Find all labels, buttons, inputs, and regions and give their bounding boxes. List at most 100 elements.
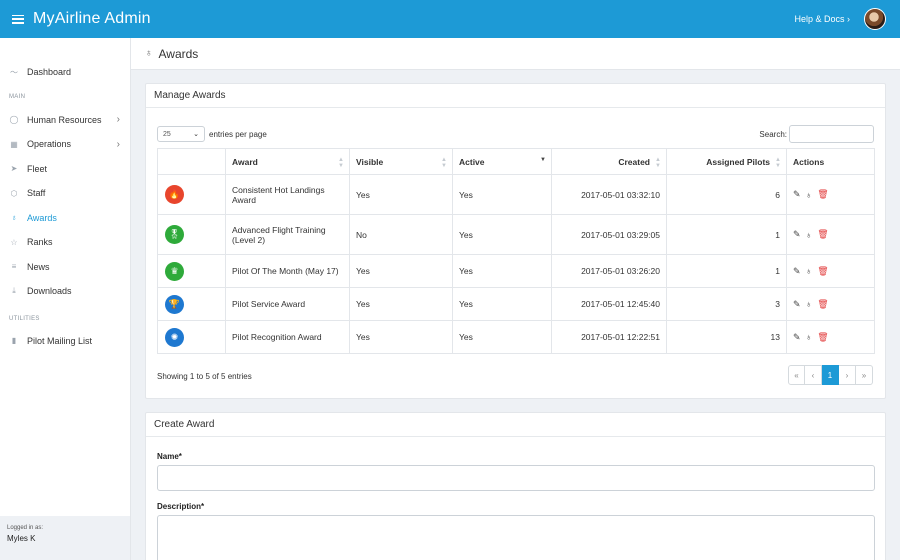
col-award[interactable]: Award ▲ ▼: [225, 148, 350, 175]
edit-icon[interactable]: ✎: [793, 189, 801, 200]
page-size-select[interactable]: 25 ⌄: [157, 126, 205, 142]
sidebar-item-fleet[interactable]: ➤ Fleet: [0, 157, 130, 182]
cell-award-name: Pilot Service Award: [225, 287, 350, 321]
sidebar-item-label: Operations: [27, 139, 72, 150]
col-image: [157, 148, 226, 175]
cell-award-name: Pilot Of The Month (May 17): [225, 254, 350, 288]
cell-actions: ✎ ♁ 🗑: [786, 320, 875, 354]
list-icon: ≡: [11, 262, 17, 272]
award-ribbon-icon[interactable]: ♁: [806, 230, 813, 240]
col-visible[interactable]: Visible ▲ ▼: [349, 148, 453, 175]
search-label: Search:: [759, 129, 787, 139]
description-field[interactable]: [157, 515, 875, 560]
app-title[interactable]: MyAirline Admin: [33, 10, 151, 28]
award-badge-icon: 🏆: [165, 294, 184, 314]
cell-active: Yes: [452, 254, 552, 288]
cell-visible: No: [349, 214, 453, 255]
sidebar: 〜 Dashboard MAIN ◯ Human Resources › ▦ Opera…: [0, 38, 131, 560]
user-icon: ◯: [9, 115, 19, 125]
help-docs-link[interactable]: Help & Docs ›: [794, 14, 850, 24]
page-next-button[interactable]: ›: [839, 365, 856, 385]
page-last-button[interactable]: »: [856, 365, 873, 385]
award-badge-icon: 🎖: [165, 225, 184, 244]
sidebar-item-operations[interactable]: ▦ Operations ›: [0, 132, 130, 157]
page-size-value: 25: [163, 130, 171, 138]
trash-icon[interactable]: 🗑: [817, 189, 828, 200]
sidebar-item-ranks[interactable]: ☆ Ranks: [0, 230, 130, 255]
hamburger-icon[interactable]: [12, 14, 24, 24]
cell-created: 2017-05-01 12:45:40: [551, 287, 667, 321]
cell-active: Yes: [452, 320, 552, 354]
col-created[interactable]: Created ▲ ▼: [551, 148, 667, 175]
col-assigned-pilots[interactable]: Assigned Pilots ▲ ▼: [666, 148, 787, 175]
name-label: Name*: [157, 452, 182, 461]
card-title: Create Award: [146, 413, 885, 437]
shield-icon: ⬡: [10, 188, 18, 198]
star-icon: ☆: [10, 237, 18, 247]
edit-icon[interactable]: ✎: [793, 266, 801, 277]
sidebar-item-label: News: [27, 261, 50, 272]
sort-icon: ▲ ▼: [338, 157, 344, 169]
col-actions-label: Actions: [793, 156, 825, 167]
award-ribbon-icon[interactable]: ♁: [806, 266, 813, 276]
sidebar-item-label: Dashboard: [27, 67, 72, 78]
name-field[interactable]: [157, 465, 875, 491]
chevron-right-icon: ›: [116, 114, 120, 126]
page-prev-button[interactable]: ‹: [805, 365, 822, 385]
trash-icon[interactable]: 🗑: [817, 299, 828, 310]
cell-award-name: Consistent Hot Landings Award: [225, 174, 350, 215]
sidebar-item-news[interactable]: ≡ News: [0, 255, 130, 280]
trash-icon[interactable]: 🗑: [817, 266, 828, 277]
trash-icon[interactable]: 🗑: [817, 332, 828, 343]
cell-award-name: Advanced Flight Training (Level 2): [225, 214, 350, 255]
edit-icon[interactable]: ✎: [793, 332, 801, 343]
top-bar: MyAirline Admin Help & Docs ›: [0, 0, 900, 38]
sidebar-item-awards[interactable]: ♁ Awards: [0, 206, 130, 231]
award-ribbon-icon[interactable]: ♁: [806, 299, 813, 309]
trash-icon[interactable]: 🗑: [817, 229, 828, 240]
cell-created: 2017-05-01 03:32:10: [551, 174, 667, 215]
page-1-button[interactable]: 1: [822, 365, 839, 385]
cell-badge: 🏆: [157, 287, 226, 321]
cell-visible: Yes: [349, 320, 453, 354]
search-input[interactable]: [789, 125, 874, 143]
col-active[interactable]: Active ▼: [452, 148, 552, 175]
entries-per-page-label: entries per page: [209, 129, 267, 139]
award-ribbon-icon[interactable]: ♁: [806, 190, 813, 200]
cell-assigned-pilots: 13: [666, 320, 787, 354]
award-badge-icon: ♛: [165, 261, 184, 281]
sidebar-item-label: Awards: [27, 212, 57, 223]
avatar[interactable]: [864, 8, 886, 30]
sidebar-item-downloads[interactable]: ⤓ Downloads: [0, 279, 130, 304]
sort-icon: ▲ ▼: [441, 157, 447, 169]
cell-badge: ✺: [157, 320, 226, 354]
award-ribbon-icon[interactable]: ♁: [806, 332, 813, 342]
manage-awards-card: Manage Awards 25 ⌄ entries per page Sear…: [145, 83, 886, 399]
sort-icon: ▲ ▼: [775, 157, 781, 169]
sidebar-item-mailing-list[interactable]: ▮ Pilot Mailing List: [0, 329, 130, 354]
sidebar-item-human-resources[interactable]: ◯ Human Resources ›: [0, 108, 130, 133]
badge-glyph: ✺: [170, 331, 179, 342]
edit-icon[interactable]: ✎: [793, 299, 801, 310]
grid-icon: ▦: [10, 139, 18, 149]
card-title: Manage Awards: [146, 84, 885, 108]
sort-icon: ▲ ▼: [655, 157, 661, 169]
table-header-row: Award ▲ ▼ Visible ▲ ▼ Active ▼ Created ▲ ▼ Assi…: [157, 148, 875, 175]
sidebar-item-dashboard[interactable]: 〜 Dashboard: [0, 60, 130, 85]
awards-table: Award ▲ ▼ Visible ▲ ▼ Active ▼ Created ▲ ▼ Assi…: [157, 148, 875, 354]
cell-visible: Yes: [349, 287, 453, 321]
sidebar-item-staff[interactable]: ⬡ Staff: [0, 181, 130, 206]
edit-icon[interactable]: ✎: [793, 229, 801, 240]
page-first-button[interactable]: «: [788, 365, 805, 385]
award-ribbon-icon: ♁: [11, 213, 17, 223]
badge-glyph: 🏆: [168, 298, 181, 309]
showing-entries: Showing 1 to 5 of 5 entries: [157, 372, 252, 381]
cell-award-name: Pilot Recognition Award: [225, 320, 350, 354]
table-row: ✺ Pilot Recognition Award Yes Yes 2017-05-01…: [157, 320, 875, 354]
col-actions: Actions: [786, 148, 875, 175]
cell-actions: ✎ ♁ 🗑: [786, 214, 875, 255]
sidebar-item-label: Staff: [27, 188, 46, 199]
pulse-icon: 〜: [10, 67, 18, 77]
cell-actions: ✎ ♁ 🗑: [786, 254, 875, 288]
cell-badge: 🔥: [157, 174, 226, 215]
